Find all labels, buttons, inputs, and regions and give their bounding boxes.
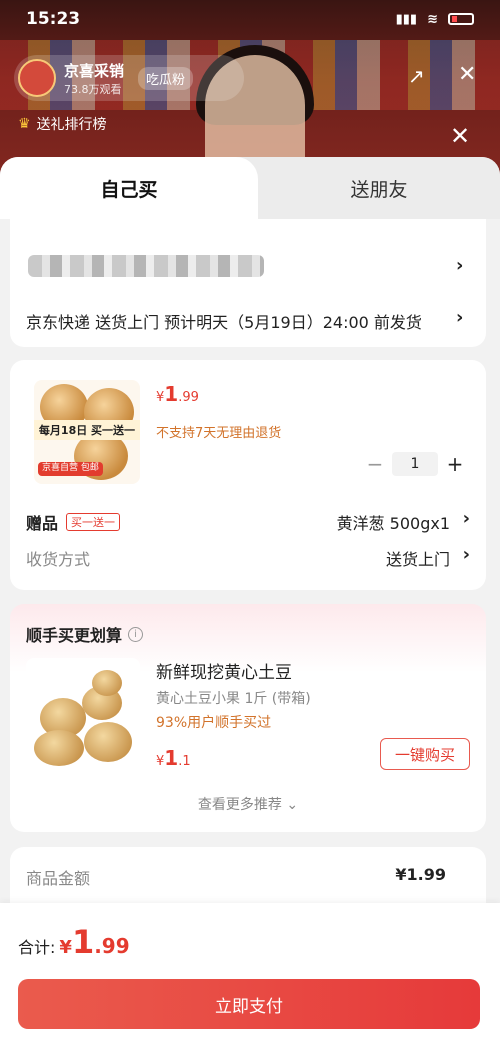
increase-button[interactable]: + bbox=[442, 452, 468, 476]
chevron-right-icon[interactable]: › bbox=[456, 307, 463, 328]
crown-icon: ♛ bbox=[18, 116, 31, 132]
chevron-right-icon[interactable]: › bbox=[456, 255, 463, 276]
close-sheet-icon[interactable]: ✕ bbox=[450, 122, 470, 150]
recommendation-title: 顺手买更划算 bbox=[26, 626, 123, 645]
status-time: 15:23 bbox=[26, 9, 81, 29]
host-avatar[interactable] bbox=[18, 59, 56, 97]
pay-now-button[interactable]: 立即支付 bbox=[18, 979, 480, 1029]
checkout-footer: 合计: ¥ 1 .99 立即支付 bbox=[0, 903, 500, 1040]
share-icon[interactable]: ↗ bbox=[408, 64, 425, 88]
image-promo: 每月18日 买一送一 bbox=[34, 420, 140, 440]
info-icon[interactable]: i bbox=[128, 626, 144, 642]
recommendation-image[interactable] bbox=[26, 658, 140, 772]
signal-icon: ▮▮▮ bbox=[395, 11, 418, 27]
chevron-right-icon[interactable]: › bbox=[463, 508, 470, 529]
chevron-down-icon: ⌄ bbox=[286, 797, 299, 813]
host-info[interactable]: 京喜采销 73.8万观看 吃瓜粉 bbox=[14, 55, 244, 101]
close-live-icon[interactable]: ✕ bbox=[458, 62, 476, 87]
host-name: 京喜采销 bbox=[64, 61, 125, 80]
battery-icon bbox=[448, 13, 474, 25]
address-card[interactable]: › 京东快递 送货上门 预计明天（5月19日）24:00 前发货 › bbox=[10, 219, 486, 347]
more-recommendations[interactable]: 查看更多推荐 ⌄ bbox=[10, 794, 486, 814]
receive-value: 送货上门 bbox=[385, 550, 450, 569]
product-image[interactable]: 每月18日 买一送一 京喜自营 包邮 bbox=[34, 380, 140, 484]
product-card: 每月18日 买一送一 京喜自营 包邮 ¥1.99 不支持7天无理由退货 − 1 … bbox=[10, 360, 486, 590]
gift-label: 赠品 bbox=[26, 514, 59, 533]
amount-label: 商品金额 bbox=[26, 869, 91, 888]
amount-value: ¥1.99 bbox=[395, 865, 446, 884]
decrease-button[interactable]: − bbox=[362, 452, 388, 476]
product-price: ¥1.99 bbox=[156, 382, 199, 406]
chevron-right-icon[interactable]: › bbox=[463, 544, 470, 565]
delivery-info: 京东快递 送货上门 预计明天（5月19日）24:00 前发货 bbox=[26, 313, 422, 332]
return-policy-note: 不支持7天无理由退货 bbox=[156, 426, 282, 441]
recommendation-bought: 93%用户顺手买过 bbox=[156, 715, 272, 731]
gift-rank-label: 送礼排行榜 bbox=[36, 117, 107, 133]
one-click-buy-button[interactable]: 一键购买 bbox=[380, 738, 470, 770]
gift-value: 黄洋葱 500gx1 bbox=[336, 514, 450, 533]
recommendation-card: 顺手买更划算 i 新鲜现挖黄心土豆 黄心土豆小果 1斤 (带箱) 93%用户顺手… bbox=[10, 604, 486, 832]
image-badge: 京喜自营 包邮 bbox=[38, 462, 103, 476]
receive-method-row[interactable]: 收货方式 送货上门 › bbox=[26, 544, 470, 570]
total-label: 合计: bbox=[18, 938, 56, 957]
gift-tag: 买一送一 bbox=[66, 513, 121, 531]
recommendation-spec: 黄心土豆小果 1斤 (带箱) bbox=[156, 691, 311, 707]
total-price: 合计: ¥ 1 .99 bbox=[18, 923, 130, 961]
host-tag[interactable]: 吃瓜粉 bbox=[138, 66, 194, 90]
tab-send-friend[interactable]: 送朋友 bbox=[258, 157, 500, 219]
address-blurred bbox=[28, 255, 264, 277]
status-bar: 15:23 ▮▮▮ ≋ bbox=[0, 0, 500, 38]
gift-rank[interactable]: ♛ 送礼排行榜 bbox=[18, 114, 107, 134]
recommendation-name[interactable]: 新鲜现挖黄心土豆 bbox=[156, 658, 292, 683]
purchase-tabs: 自己买 送朋友 bbox=[0, 157, 500, 219]
viewer-count: 73.8万观看 bbox=[64, 82, 122, 96]
wifi-icon: ≋ bbox=[427, 11, 438, 27]
tab-buy-self[interactable]: 自己买 bbox=[0, 157, 258, 219]
gift-row[interactable]: 赠品 买一送一 黄洋葱 500gx1 › bbox=[26, 508, 470, 534]
quantity-stepper: − 1 + bbox=[362, 452, 468, 476]
receive-label: 收货方式 bbox=[26, 550, 91, 569]
recommendation-price: ¥1.1 bbox=[156, 746, 191, 770]
quantity-value[interactable]: 1 bbox=[392, 452, 438, 476]
